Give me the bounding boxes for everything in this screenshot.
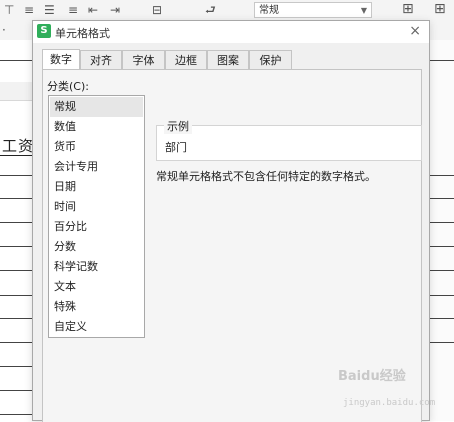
category-item-special[interactable]: 特殊: [50, 297, 143, 317]
format-cells-dialog: S 单元格格式 × 数字 对齐 字体 边框 图案 保护 分类(C): 常规 数值…: [32, 20, 430, 422]
category-item-accounting[interactable]: 会计专用: [50, 157, 143, 177]
align-middle-icon[interactable]: ≡: [24, 3, 34, 17]
sample-group: 示例 部门: [156, 118, 422, 161]
tab-font[interactable]: 字体: [122, 50, 165, 69]
format-table-icon[interactable]: ⊞: [434, 2, 446, 16]
tab-border[interactable]: 边框: [165, 50, 207, 69]
category-item-currency[interactable]: 货币: [50, 137, 143, 157]
row-line: [430, 222, 454, 223]
indent-increase-icon[interactable]: ⇥: [110, 3, 120, 17]
sample-label: 示例: [164, 118, 192, 134]
dialog-title: 单元格格式: [55, 27, 110, 40]
category-item-date[interactable]: 日期: [50, 177, 143, 197]
row-line: [0, 366, 32, 367]
row-line: [0, 414, 32, 415]
number-format-select[interactable]: 常规 ▼: [254, 2, 372, 18]
row-line: [0, 246, 32, 247]
row-line: [0, 270, 32, 271]
category-item-number[interactable]: 数值: [50, 117, 143, 137]
row-line: [430, 60, 454, 61]
wrap-text-icon[interactable]: ⮐: [205, 3, 216, 17]
row-line: [430, 295, 454, 296]
row-line: [430, 270, 454, 271]
category-item-text[interactable]: 文本: [50, 277, 143, 297]
category-item-percentage[interactable]: 百分比: [50, 217, 143, 237]
row-line: [0, 198, 32, 199]
wps-app-icon: S: [37, 24, 51, 38]
tab-pattern[interactable]: 图案: [207, 50, 249, 69]
indent-decrease-icon[interactable]: ⇤: [88, 3, 98, 17]
tab-alignment[interactable]: 对齐: [80, 50, 122, 69]
row-line: [430, 246, 454, 247]
row-line: [0, 60, 32, 61]
sample-value: 部门: [165, 141, 187, 154]
category-item-scientific[interactable]: 科学记数: [50, 257, 143, 277]
row-line: [430, 318, 454, 319]
cell-salary-header[interactable]: 工资: [2, 135, 34, 156]
category-item-fraction[interactable]: 分数: [50, 237, 143, 257]
row-line: [0, 318, 32, 319]
watermark-url: jingyan.baidu.com: [343, 398, 436, 408]
align-top-icon[interactable]: ⊤: [4, 3, 14, 17]
row-line: [0, 175, 32, 176]
ribbon-small-icon[interactable]: ·: [2, 23, 6, 37]
align-bottom-icon[interactable]: ☰: [44, 3, 55, 17]
watermark-logo: Baidu经验: [338, 369, 406, 384]
row-line: [430, 198, 454, 199]
row-line: [0, 222, 32, 223]
category-list[interactable]: 常规 数值 货币 会计专用 日期 时间 百分比 分数 科学记数 文本 特殊 自定…: [48, 95, 145, 338]
category-label: 分类(C):: [47, 80, 89, 93]
right-grid-strip: [430, 40, 454, 421]
table-style-icon[interactable]: ⊞: [402, 2, 414, 16]
row-line: [430, 342, 454, 343]
merge-cells-icon[interactable]: ⊟: [152, 3, 162, 17]
align-left-icon[interactable]: ≡: [68, 3, 78, 17]
row-line: [0, 342, 32, 343]
number-format-value: 常规: [259, 5, 279, 16]
tab-number[interactable]: 数字: [42, 49, 80, 70]
close-icon[interactable]: ×: [409, 23, 421, 39]
category-item-general[interactable]: 常规: [50, 97, 143, 117]
chevron-down-icon: ▼: [360, 6, 367, 15]
tab-protection[interactable]: 保护: [249, 50, 292, 69]
row-line: [430, 175, 454, 176]
row-line: [0, 295, 32, 296]
format-description: 常规单元格格式不包含任何特定的数字格式。: [156, 170, 376, 183]
row-line: [0, 390, 32, 391]
category-item-custom[interactable]: 自定义: [50, 317, 143, 337]
dialog-titlebar[interactable]: S 单元格格式 ×: [33, 21, 429, 43]
cell-underline: [0, 155, 34, 156]
category-item-time[interactable]: 时间: [50, 197, 143, 217]
